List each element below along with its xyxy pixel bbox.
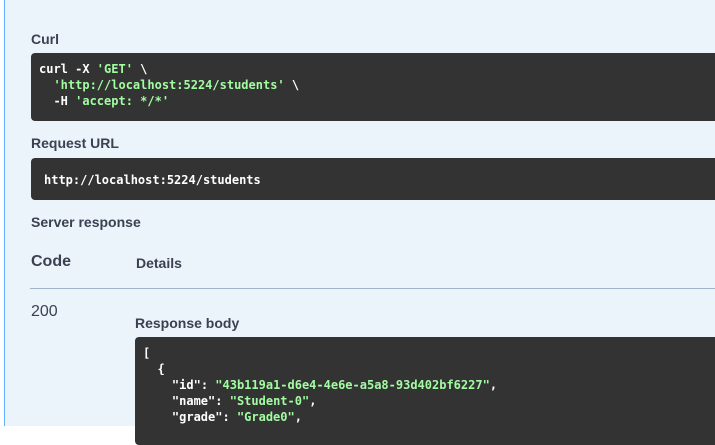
code-column-header: Code <box>31 253 71 270</box>
json-text: [ <box>143 346 151 360</box>
curl-header: 'accept: */*' <box>75 94 170 108</box>
json-key: "name" <box>171 394 216 408</box>
response-body-block[interactable]: [ { "id": "43b119a1-d6e4-4e6e-a5a8-93d40… <box>135 337 715 445</box>
json-string: "Grade0" <box>236 410 295 424</box>
json-text <box>143 378 172 392</box>
request-url-label: Request URL <box>31 135 119 151</box>
curl-header-flag: -H <box>39 94 76 108</box>
curl-cmd: curl -X <box>39 62 97 76</box>
json-text <box>143 410 172 424</box>
curl-continuation: \ <box>132 62 148 76</box>
details-column-header: Details <box>136 255 182 271</box>
response-body-line: [ <box>143 345 715 361</box>
response-body-line: { <box>143 361 715 377</box>
curl-url: 'http://localhost:5224/students' <box>39 78 285 92</box>
response-body-label: Response body <box>135 315 240 331</box>
json-key: "id" <box>171 378 201 392</box>
curl-label: Curl <box>31 31 59 47</box>
response-body-line: "name": "Student-0", <box>143 393 715 409</box>
json-string: "Student-0" <box>229 394 310 408</box>
response-body-line: "id": "43b119a1-d6e4-4e6e-a5a8-93d402bf6… <box>143 377 715 393</box>
curl-method: 'GET' <box>96 62 133 76</box>
curl-continuation: \ <box>284 78 300 92</box>
response-body-line: "grade": "Grade0", <box>143 409 715 425</box>
json-punct: , <box>294 410 302 424</box>
json-text: { <box>143 362 165 376</box>
request-url-block[interactable]: http://localhost:5224/students <box>31 158 715 200</box>
curl-code-block[interactable]: curl -X 'GET' \ 'http://localhost:5224/s… <box>31 53 715 121</box>
request-url-value: http://localhost:5224/students <box>44 173 261 187</box>
json-punct: , <box>309 394 317 408</box>
server-response-label: Server response <box>31 214 141 230</box>
json-punct: , <box>489 378 498 392</box>
json-text <box>143 394 172 408</box>
json-key: "grade" <box>171 410 223 424</box>
response-status-code: 200 <box>31 303 58 320</box>
table-divider <box>30 288 715 289</box>
json-string: "43b119a1-d6e4-4e6e-a5a8-93d402bf6227" <box>215 378 490 392</box>
